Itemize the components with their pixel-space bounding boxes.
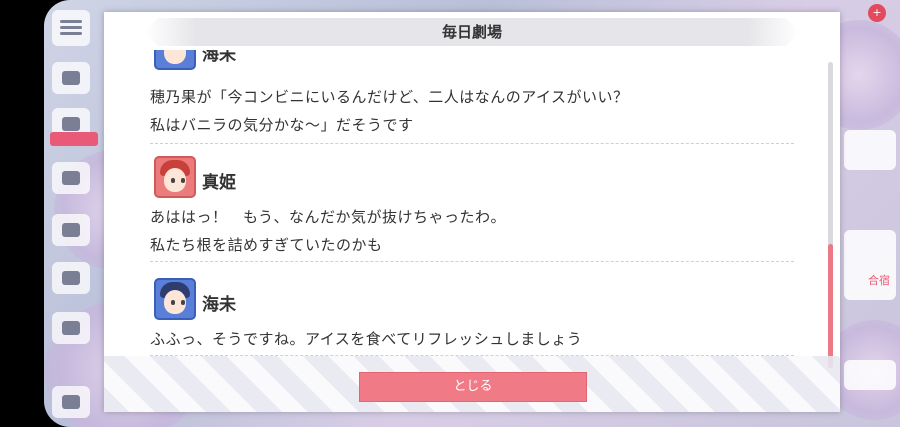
fullscreen-button[interactable] <box>52 312 90 344</box>
log-entry: 穂乃果が「今コンビニにいるんだけど、二人はなんのアイスがいい？ 私はバニラの気分… <box>150 50 794 144</box>
notice-icon <box>62 223 80 237</box>
right-panel: + 合宿 <box>840 0 900 427</box>
dialogue-line: あははっ！ もう、なんだか気が抜けちゃったわ。 <box>150 208 507 226</box>
side-card[interactable] <box>844 130 896 170</box>
ranking-button[interactable] <box>52 262 90 294</box>
chat-icon <box>62 71 80 85</box>
daily-theater-dialog: 毎日劇場 海未 穂乃果が「今コンビニにいるんだけど、二人はなんのアイスがいい？ … <box>104 12 840 412</box>
hamburger-icon <box>60 20 82 23</box>
event-ribbon <box>50 132 98 146</box>
speaker-name: 真姫 <box>202 173 236 193</box>
dialog-title: 毎日劇場 <box>144 18 800 46</box>
profile-button[interactable] <box>52 386 90 418</box>
conversation-log[interactable]: 海未 穂乃果が「今コンビニにいるんだけど、二人はなんのアイスがいい？ 私はバニラ… <box>104 50 840 356</box>
umi-avatar-icon <box>154 278 196 320</box>
dialogue-line: ふふっ、そうですね。アイスを食べてリフレッシュしましょう <box>150 330 583 348</box>
log-entry: 真姫 あははっ！ もう、なんだか気が抜けちゃったわ。 私たち根を詰めすぎていたの… <box>150 144 794 262</box>
training-camp-label: 合宿 <box>868 274 890 287</box>
log-entry: 海未 ふふっ、そうですね。アイスを食べてリフレッシュしましょう <box>150 262 794 356</box>
scrollbar-thumb[interactable] <box>828 244 833 368</box>
maki-avatar-icon <box>154 156 196 198</box>
trophy-icon <box>62 117 80 131</box>
chat-button[interactable] <box>52 62 90 94</box>
person-icon <box>62 395 80 409</box>
dialogue-line: 私たち根を詰めすぎていたのかも <box>150 236 383 254</box>
gift-icon <box>62 171 80 185</box>
close-button[interactable]: とじる <box>359 372 587 402</box>
speaker-name: 海未 <box>202 295 236 315</box>
training-camp-card[interactable] <box>844 230 896 300</box>
dialogue-line: 穂乃果が「今コンビニにいるんだけど、二人はなんのアイスがいい？ <box>150 88 629 106</box>
side-card[interactable] <box>844 360 896 390</box>
fullscreen-icon <box>62 321 80 335</box>
side-menu <box>50 6 92 426</box>
scrollbar[interactable] <box>828 62 833 368</box>
menu-button[interactable] <box>52 10 90 46</box>
notice-button[interactable] <box>52 214 90 246</box>
ranking-icon <box>62 271 80 285</box>
notification-badge: + <box>868 4 886 22</box>
dialogue-line: 私はバニラの気分かな〜」だそうです <box>150 116 414 134</box>
gift-button[interactable] <box>52 162 90 194</box>
